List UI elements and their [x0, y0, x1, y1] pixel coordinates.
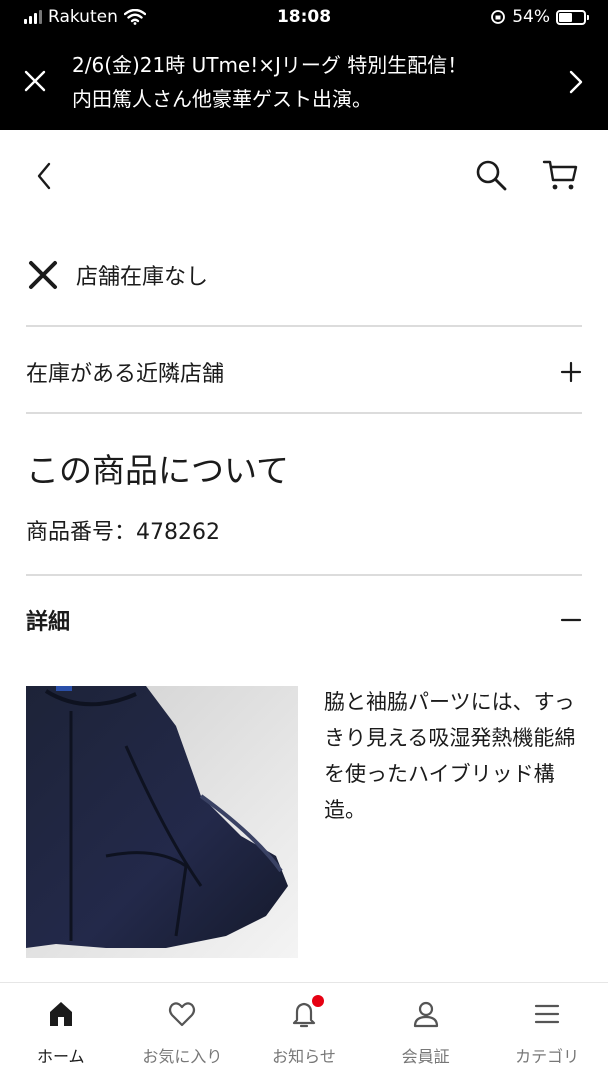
- chevron-right-icon[interactable]: [566, 68, 586, 96]
- search-icon[interactable]: [474, 158, 508, 192]
- plus-icon[interactable]: [560, 361, 582, 383]
- battery-icon: [556, 9, 589, 25]
- tab-home-label: ホーム: [37, 1047, 85, 1066]
- battery-percent: 54%: [512, 7, 550, 27]
- stock-status-label: 店舗在庫なし: [76, 265, 209, 290]
- nearby-stores-accordion[interactable]: 在庫がある近隣店舗: [26, 356, 582, 388]
- close-icon[interactable]: [20, 66, 50, 96]
- person-icon: [413, 1001, 438, 1028]
- back-chevron-icon[interactable]: [32, 160, 56, 192]
- tab-notifications[interactable]: お知らせ: [243, 983, 365, 1080]
- status-bar: Rakuten 18:08 54%: [0, 0, 608, 34]
- details-description: 脇と袖脇パーツには、すっきり見える吸湿発熱機能綿を使ったハイブリッド構造。: [324, 690, 576, 822]
- details-accordion[interactable]: 詳細: [26, 604, 582, 636]
- divider: [26, 574, 582, 576]
- product-number: 商品番号：478262: [26, 520, 220, 545]
- orientation-lock-icon: [491, 10, 506, 24]
- tab-favorites[interactable]: お気に入り: [122, 983, 244, 1080]
- minus-icon[interactable]: [560, 609, 582, 631]
- about-product-title: この商品について: [26, 451, 290, 490]
- nearby-stores-label: 在庫がある近隣店舗: [26, 362, 225, 387]
- jacket-illustration: [26, 686, 298, 958]
- store-stock-status: 店舗在庫なし: [26, 258, 208, 292]
- tab-home[interactable]: ホーム: [0, 983, 122, 1080]
- divider: [26, 325, 582, 327]
- tab-categories[interactable]: カテゴリ: [486, 983, 608, 1080]
- tab-categories-label: カテゴリ: [515, 1047, 580, 1066]
- banner-text[interactable]: 2/6(金)21時 UTme!×Jリーグ 特別生配信！ 内田篤人さん他豪華ゲスト…: [72, 48, 542, 116]
- tab-membership-label: 会員証: [401, 1047, 450, 1066]
- details-title: 詳細: [26, 610, 71, 635]
- scrolled-store-link-fragment: [26, 206, 586, 226]
- tab-membership[interactable]: 会員証: [365, 983, 487, 1080]
- home-icon: [49, 1002, 72, 1026]
- cross-icon: [29, 261, 57, 289]
- tab-favorites-label: お気に入り: [142, 1047, 223, 1066]
- divider: [26, 412, 582, 414]
- cart-icon[interactable]: [542, 158, 578, 192]
- bottom-tab-bar: ホーム お気に入り お知らせ 会員証 カテゴリ: [0, 982, 608, 1080]
- menu-icon: [535, 1004, 560, 1024]
- banner-line-1: 2/6(金)21時 UTme!×Jリーグ 特別生配信！: [72, 53, 468, 77]
- announcement-banner[interactable]: 2/6(金)21時 UTme!×Jリーグ 特別生配信！ 内田篤人さん他豪華ゲスト…: [0, 34, 608, 130]
- banner-line-2: 内田篤人さん他豪華ゲスト出演。: [72, 87, 372, 111]
- product-image: [26, 686, 298, 958]
- tab-notifications-label: お知らせ: [272, 1047, 336, 1066]
- notification-badge: [311, 995, 324, 1007]
- heart-icon: [169, 1002, 196, 1027]
